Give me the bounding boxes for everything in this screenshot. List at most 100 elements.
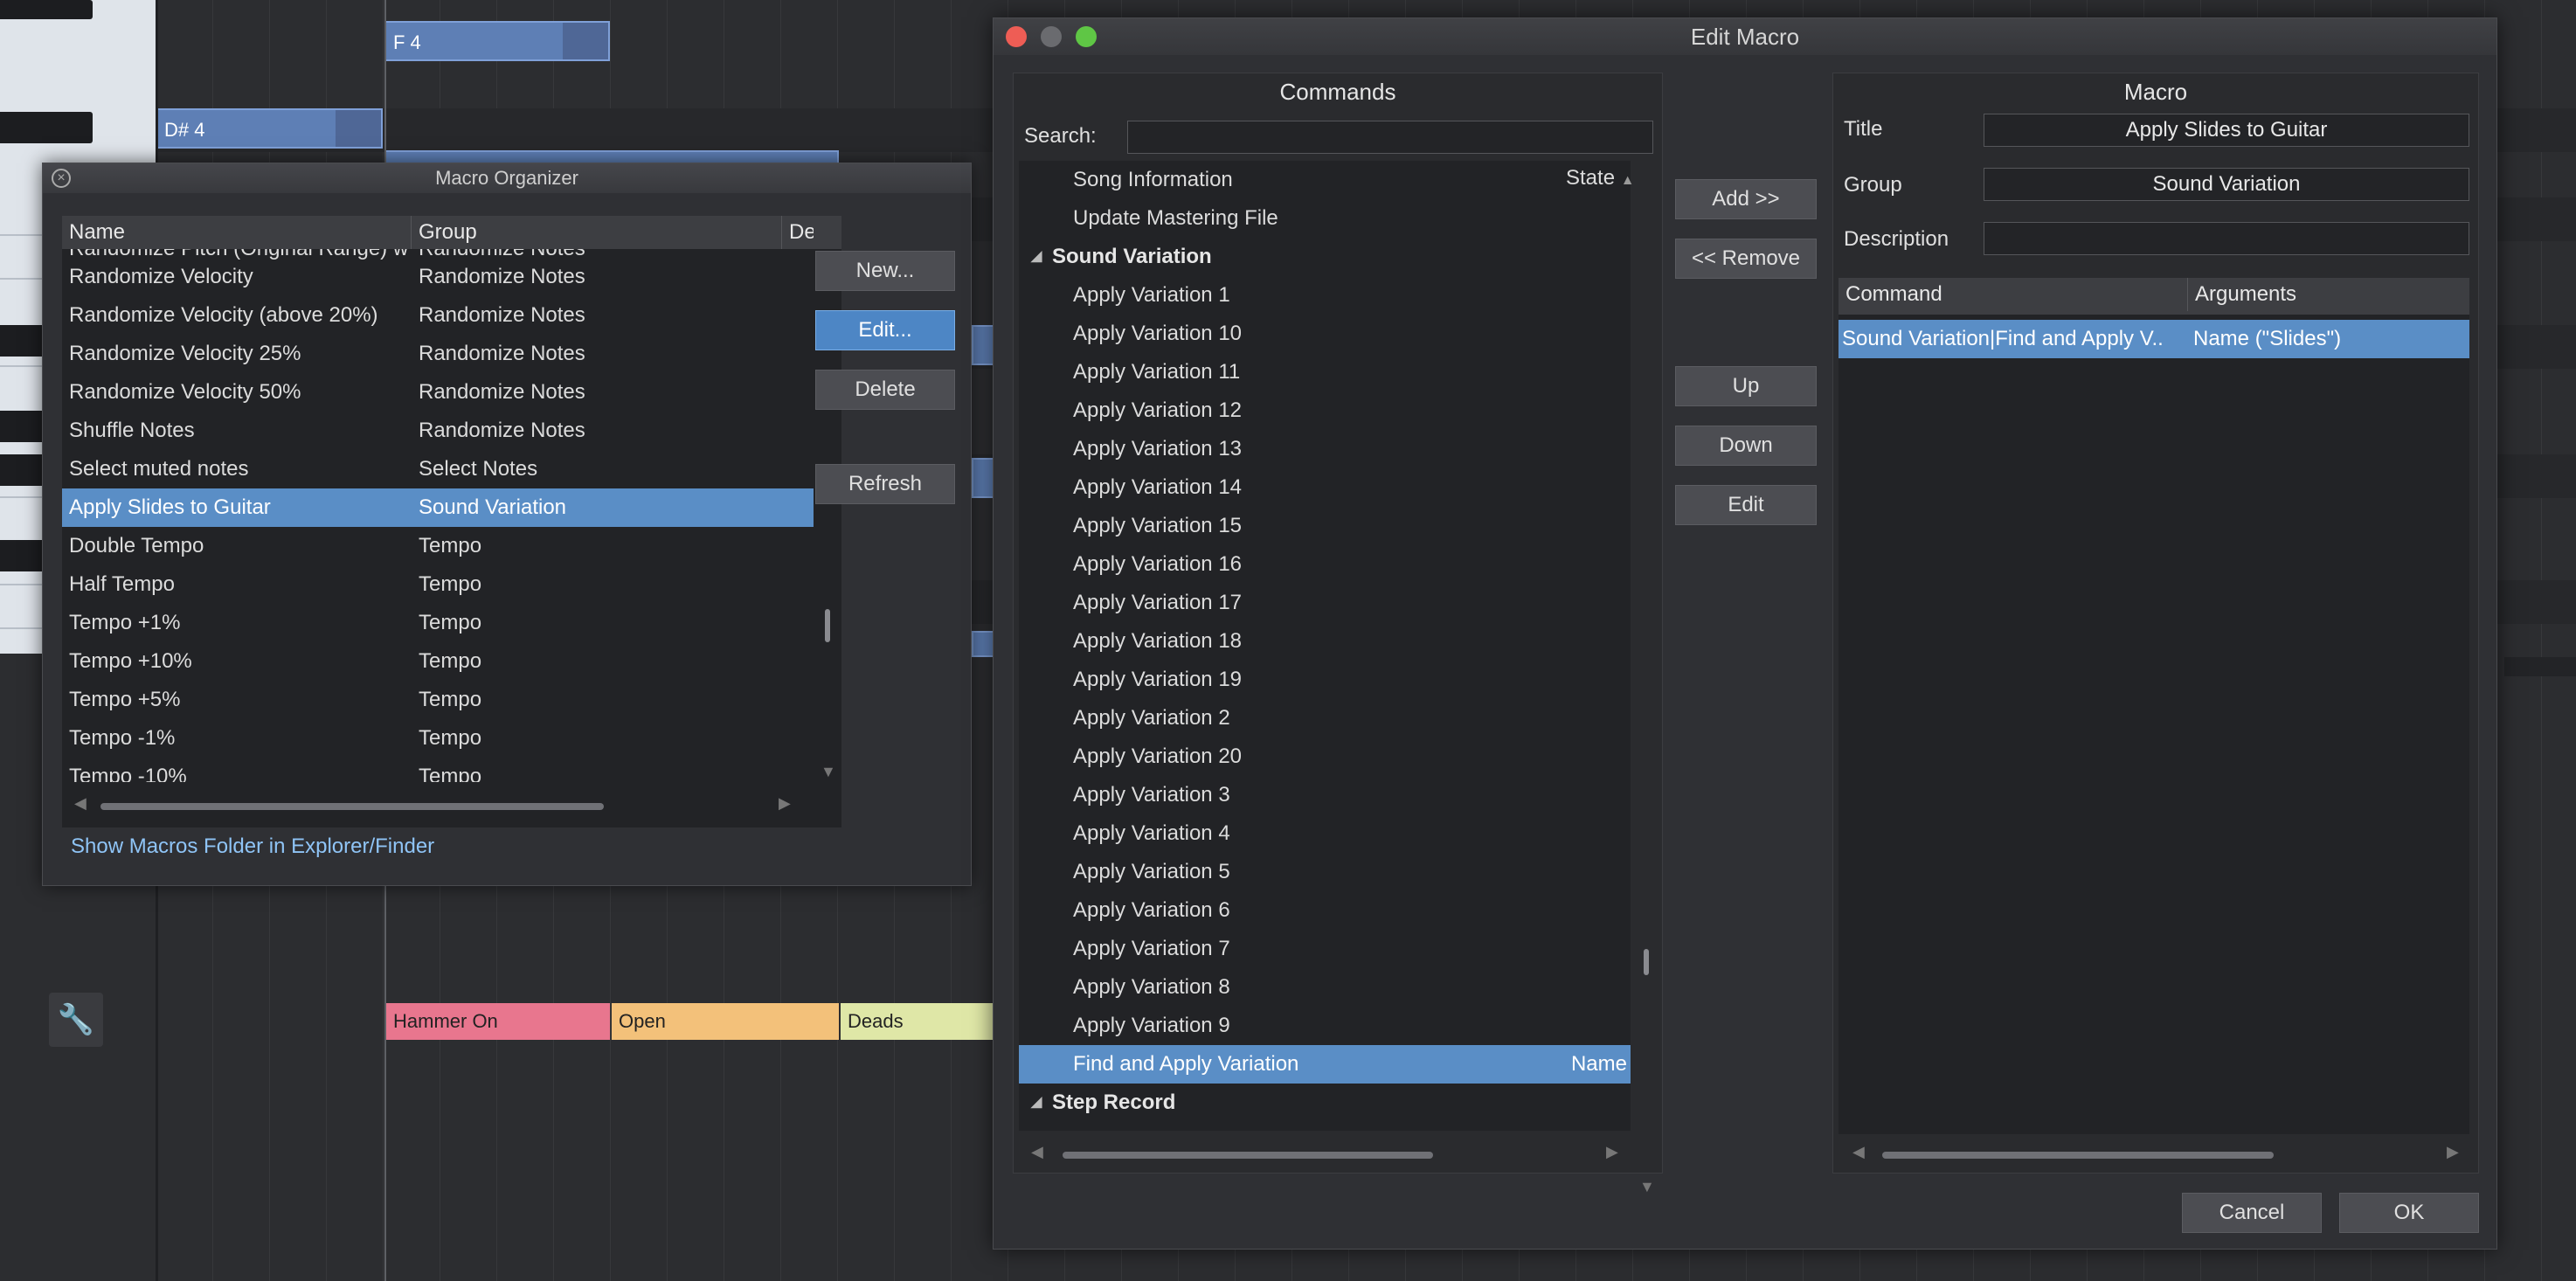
scroll-thumb[interactable] [1644,949,1649,975]
scroll-down-icon[interactable]: ▼ [821,763,836,781]
articulation-block[interactable]: Open [612,1003,839,1040]
tree-item-label: Apply Variation 2 [1073,706,1230,730]
remove-button[interactable]: << Remove [1675,239,1817,279]
table-row[interactable]: Randomize Velocity 50% Randomize Notes [62,373,814,412]
scroll-thumb[interactable] [825,609,830,642]
tree-group[interactable]: ◢ Step Record [1019,1084,1631,1122]
column-header-group[interactable]: Group [412,216,782,249]
close-window-icon[interactable] [1006,26,1027,47]
black-key[interactable] [0,112,93,143]
tree-item[interactable]: Apply Variation 13 [1019,430,1631,468]
down-button[interactable]: Down [1675,426,1817,466]
articulation-block[interactable]: Deads [841,1003,993,1040]
tree-item[interactable]: Apply Variation 9 [1019,1007,1631,1045]
description-field[interactable] [1984,222,2469,255]
expand-triangle-icon[interactable]: ◢ [1031,238,1042,276]
add-button[interactable]: Add >> [1675,179,1817,219]
tree-item[interactable]: Apply Variation 15 [1019,507,1631,545]
table-row-partial[interactable]: Tempo -10% Tempo [62,758,814,782]
tree-item[interactable]: Apply Variation 14 [1019,468,1631,507]
midi-note[interactable] [972,458,994,498]
group-field[interactable]: Sound Variation [1984,168,2469,201]
scroll-down-icon[interactable]: ▼ [1639,1178,1655,1196]
window-title-bar[interactable]: Macro Organizer [43,163,971,193]
table-row[interactable]: Select muted notes Select Notes [62,450,814,488]
table-row[interactable]: Shuffle Notes Randomize Notes [62,412,814,450]
refresh-button[interactable]: Refresh [815,464,955,504]
table-row[interactable]: Tempo +5% Tempo [62,681,814,719]
scroll-left-icon[interactable]: ◀ [74,794,87,813]
table-row[interactable]: Half Tempo Tempo [62,565,814,604]
title-field[interactable]: Apply Slides to Guitar [1984,114,2469,147]
articulation-block[interactable]: Hammer On [386,1003,610,1040]
horizontal-scroll-thumb[interactable] [1882,1152,2274,1159]
scroll-right-icon[interactable]: ▶ [1606,1143,1618,1161]
tree-item[interactable]: Back [1019,1122,1631,1131]
tree-group[interactable]: ◢ Sound Variation [1019,238,1631,276]
table-row[interactable]: Randomize Velocity (above 20%) Randomize … [62,296,814,335]
tree-item[interactable]: Apply Variation 2 [1019,699,1631,737]
zoom-window-icon[interactable] [1076,26,1097,47]
search-input[interactable] [1127,121,1653,154]
scroll-right-icon[interactable]: ▶ [2447,1143,2459,1161]
column-header-description[interactable]: De [782,216,814,249]
tree-item[interactable]: Apply Variation 11 [1019,353,1631,391]
tree-item[interactable]: Find and Apply Variation Name [1019,1045,1631,1084]
column-header-arguments[interactable]: Arguments [2188,278,2469,311]
tree-item[interactable]: Apply Variation 4 [1019,814,1631,853]
tree-item[interactable]: Apply Variation 6 [1019,891,1631,930]
midi-note[interactable]: F 4 [384,21,610,61]
expand-triangle-icon[interactable]: ◢ [1031,1084,1042,1122]
group-cell: Tempo [419,649,482,673]
tree-item[interactable]: Apply Variation 20 [1019,737,1631,776]
tree-item[interactable]: Apply Variation 18 [1019,622,1631,661]
new-button[interactable]: New... [815,251,955,291]
tree-item[interactable]: Apply Variation 10 [1019,315,1631,353]
tree-item[interactable]: Song Information [1019,161,1631,199]
name-cell: Apply Slides to Guitar [69,495,271,519]
tree-item[interactable]: Apply Variation 7 [1019,930,1631,968]
black-key[interactable] [0,0,93,19]
horizontal-scroll-thumb[interactable] [1063,1152,1433,1159]
vertical-scrollbar[interactable]: ▼ [1636,161,1657,1195]
midi-note[interactable] [972,325,994,365]
column-header-name[interactable]: Name [62,216,412,249]
scroll-right-icon[interactable]: ▶ [779,794,791,813]
minimize-window-icon[interactable] [1041,26,1062,47]
tree-item[interactable]: Apply Variation 19 [1019,661,1631,699]
table-row[interactable]: Randomize Velocity Randomize Notes [62,258,814,296]
scroll-left-icon[interactable]: ◀ [1031,1143,1043,1161]
table-row[interactable]: Sound Variation|Find and Apply V.. Name … [1839,320,2469,358]
table-row[interactable]: Tempo +1% Tempo [62,604,814,642]
tree-item[interactable]: Apply Variation 1 [1019,276,1631,315]
show-macros-folder-link[interactable]: Show Macros Folder in Explorer/Finder [71,834,434,859]
ok-button[interactable]: OK [2339,1193,2479,1233]
table-row[interactable]: Apply Slides to Guitar Sound Variation [62,488,814,527]
window-title-bar[interactable]: Edit Macro [994,18,2496,55]
tree-item[interactable]: Apply Variation 3 [1019,776,1631,814]
up-button[interactable]: Up [1675,366,1817,406]
wrench-icon[interactable]: 🔧 [49,993,103,1047]
edit-button[interactable]: Edit... [815,310,955,350]
tree-item[interactable]: Update Mastering File [1019,199,1631,238]
table-row[interactable]: Tempo +10% Tempo [62,642,814,681]
midi-note[interactable]: D# 4 [156,108,383,149]
table-row[interactable]: Randomize Velocity 25% Randomize Notes [62,335,814,373]
horizontal-scroll-thumb[interactable] [100,803,604,810]
tree-item[interactable]: Apply Variation 12 [1019,391,1631,430]
table-row[interactable]: Double Tempo Tempo [62,527,814,565]
tree-item[interactable]: Apply Variation 16 [1019,545,1631,584]
column-header-command[interactable]: Command [1839,278,2188,311]
tree-item[interactable]: Apply Variation 8 [1019,968,1631,1007]
cancel-button[interactable]: Cancel [2182,1193,2322,1233]
state-column-header[interactable]: State ▲ [1566,166,1635,190]
tree-item-label: Step Record [1052,1091,1176,1114]
midi-note[interactable] [972,631,994,657]
tree-item[interactable]: Apply Variation 17 [1019,584,1631,622]
tree-item[interactable]: Apply Variation 5 [1019,853,1631,891]
scroll-left-icon[interactable]: ◀ [1852,1143,1865,1161]
delete-button[interactable]: Delete [815,370,955,410]
close-icon[interactable]: × [52,169,71,188]
table-row[interactable]: Tempo -1% Tempo [62,719,814,758]
edit-command-button[interactable]: Edit [1675,485,1817,525]
